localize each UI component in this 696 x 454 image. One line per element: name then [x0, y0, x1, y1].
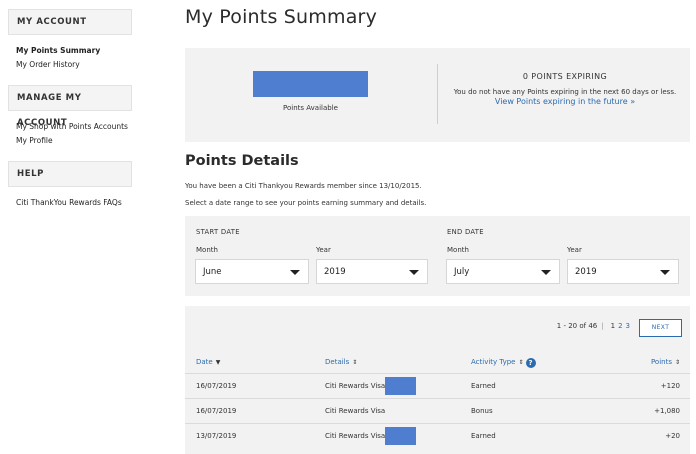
end-year-label: Year [567, 246, 582, 254]
points-activity-panel: 1 - 20 of 46 | 1 2 3 NEXT Date ▼ Details ⇕ Act… [185, 306, 690, 454]
start-year-value: 2019 [324, 267, 346, 277]
pagination-separator: | [601, 322, 604, 330]
summary-divider [437, 64, 438, 124]
card-number-redaction [385, 377, 416, 395]
sidebar-heading-my-account: MY ACCOUNT [8, 9, 132, 35]
end-year-value: 2019 [575, 267, 597, 277]
row-date: 16/07/2019 [196, 407, 237, 415]
row-activity: Earned [471, 432, 496, 440]
sort-activity-header[interactable]: Activity Type ⇕? [471, 358, 536, 368]
end-year-select[interactable]: 2019 [567, 259, 679, 284]
end-month-select[interactable]: July [446, 259, 560, 284]
row-details: Citi Rewards Visa [325, 432, 386, 440]
end-month-label: Month [447, 246, 469, 254]
points-value-redaction [253, 71, 368, 97]
sidebar-heading-manage-account: MANAGE MY ACCOUNT [8, 85, 132, 128]
sort-desc-icon: ▼ [215, 359, 221, 366]
page-title: My Points Summary [185, 6, 378, 28]
end-month-value: July [454, 267, 470, 277]
details-header-label: Details [325, 358, 350, 366]
start-month-label: Month [196, 246, 218, 254]
card-number-redaction [385, 427, 416, 445]
chevron-down-icon [409, 270, 419, 275]
row-details: Citi Rewards Visa [325, 382, 386, 390]
sort-both-icon: ⇕ [352, 359, 358, 366]
next-page-button[interactable]: NEXT [639, 319, 682, 337]
points-available-label: Points Available [283, 104, 338, 112]
end-date-label: END DATE [447, 228, 484, 236]
date-filter-panel: START DATE END DATE Month Year Month Yea… [185, 216, 690, 296]
points-details-title: Points Details [185, 153, 299, 169]
sidebar: MY ACCOUNT My Points Summary My Order Hi… [8, 9, 132, 210]
table-row: 13/07/2019 Citi Rewards Visa Earned +20 [185, 423, 690, 447]
chevron-down-icon [541, 270, 551, 275]
sidebar-link-my-order-history[interactable]: My Order History [16, 58, 132, 72]
points-expiring-title: 0 POINTS EXPIRING [522, 72, 608, 81]
table-header: Date ▼ Details ⇕ Activity Type ⇕? Points ⇕ [185, 358, 690, 372]
start-year-select[interactable]: 2019 [316, 259, 428, 284]
page-link-2[interactable]: 2 [618, 322, 622, 330]
points-summary-panel: Points Available 0 POINTS EXPIRING You d… [185, 48, 690, 142]
table-row: 16/07/2019 Citi Rewards Visa Earned +120 [185, 373, 690, 397]
start-year-label: Year [316, 246, 331, 254]
table-row: 16/07/2019 Citi Rewards Visa Bonus +1,08… [185, 398, 690, 422]
row-points: +1,080 [654, 407, 680, 415]
help-icon[interactable]: ? [525, 358, 536, 368]
sidebar-link-shop-with-points-accounts[interactable]: My Shop with Points Accounts [16, 120, 132, 134]
start-month-select[interactable]: June [195, 259, 309, 284]
sidebar-link-my-profile[interactable]: My Profile [16, 134, 132, 148]
row-points: +20 [665, 432, 680, 440]
sort-date-header[interactable]: Date ▼ [196, 358, 220, 366]
row-points: +120 [660, 382, 680, 390]
pagination: 1 - 20 of 46 | 1 2 3 [557, 322, 630, 330]
points-expiring-text: You do not have any Points expiring in t… [453, 88, 677, 96]
sort-both-icon: ⇕ [518, 359, 524, 366]
sidebar-heading-help: HELP [8, 161, 132, 187]
chevron-down-icon [290, 270, 300, 275]
sidebar-group-my-account: My Points Summary My Order History [8, 35, 132, 72]
sort-points-header[interactable]: Points ⇕ [651, 358, 680, 366]
row-date: 13/07/2019 [196, 432, 237, 440]
row-details: Citi Rewards Visa [325, 407, 386, 415]
activity-header-label: Activity Type [471, 358, 516, 366]
chevron-down-icon [660, 270, 670, 275]
row-activity: Earned [471, 382, 496, 390]
sort-both-icon: ⇕ [674, 359, 680, 366]
row-date: 16/07/2019 [196, 382, 237, 390]
start-date-label: START DATE [196, 228, 240, 236]
sidebar-link-faqs[interactable]: Citi ThankYou Rewards FAQs [16, 196, 132, 210]
points-header-label: Points [650, 358, 672, 366]
sidebar-link-my-points-summary[interactable]: My Points Summary [16, 44, 132, 58]
row-activity: Bonus [471, 407, 493, 415]
sort-details-header[interactable]: Details ⇕ [325, 358, 357, 366]
view-expiring-points-link[interactable]: View Points expiring in the future » [447, 97, 683, 106]
sidebar-group-help: Citi ThankYou Rewards FAQs [8, 187, 132, 210]
pagination-range: 1 - 20 of 46 [556, 322, 598, 330]
date-header-label: Date [196, 358, 213, 366]
start-month-value: June [203, 267, 222, 277]
page-link-3[interactable]: 3 [626, 322, 630, 330]
page-link-1[interactable]: 1 [611, 322, 615, 330]
member-since-text: You have been a Citi Thankyou Rewards me… [185, 182, 422, 190]
date-range-instruction: Select a date range to see your points e… [185, 199, 427, 207]
